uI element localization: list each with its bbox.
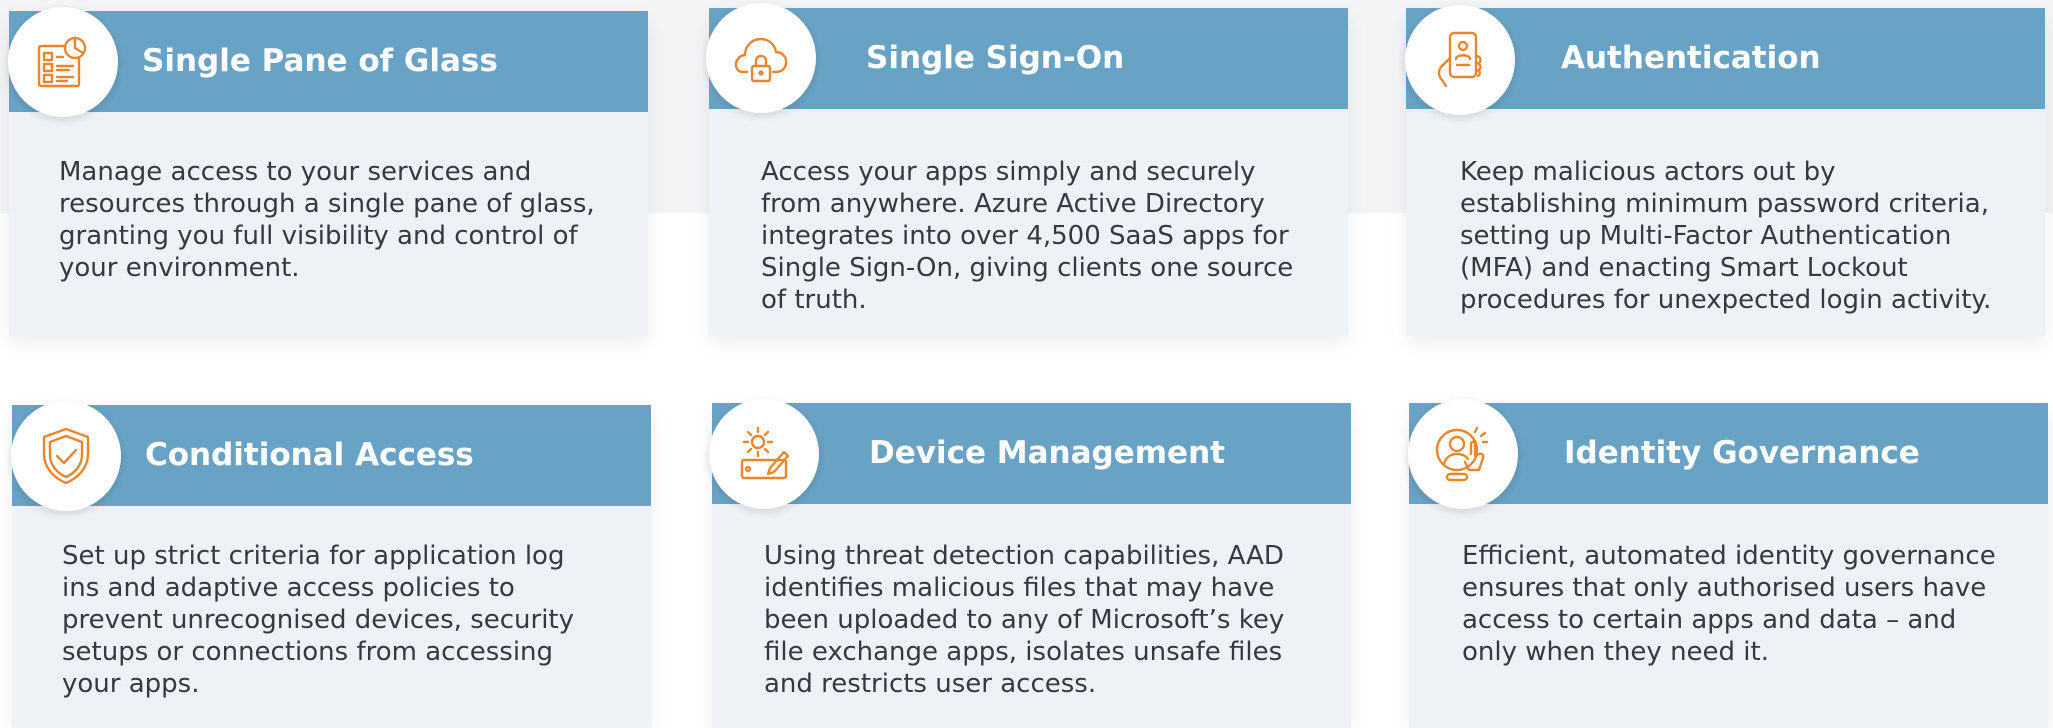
dashboard-icon: [8, 7, 118, 117]
phone-touch-icon: [1405, 5, 1515, 115]
card-description: Efficient, automated identity governance…: [1462, 541, 1996, 667]
card-title: Single Pane of Glass: [142, 43, 498, 79]
card-title: Device Management: [869, 435, 1225, 471]
cloud-lock-icon: [706, 3, 816, 113]
card-title: Identity Governance: [1564, 435, 1920, 471]
card-description: Set up strict criteria for application l…: [62, 541, 575, 699]
card-description: Keep malicious actors out by establishin…: [1460, 157, 1992, 315]
card-title: Single Sign-On: [866, 40, 1125, 76]
user-touch-icon: [1408, 399, 1518, 509]
shield-check-icon: [11, 401, 121, 511]
card-title: Conditional Access: [145, 437, 474, 473]
card-description: Access your apps simply and securely fro…: [761, 157, 1294, 315]
card-description: Manage access to your services and resou…: [59, 157, 595, 283]
card-description: Using threat detection capabilities, AAD…: [764, 541, 1285, 699]
gear-device-icon: [709, 399, 819, 509]
card-title: Authentication: [1561, 40, 1821, 76]
